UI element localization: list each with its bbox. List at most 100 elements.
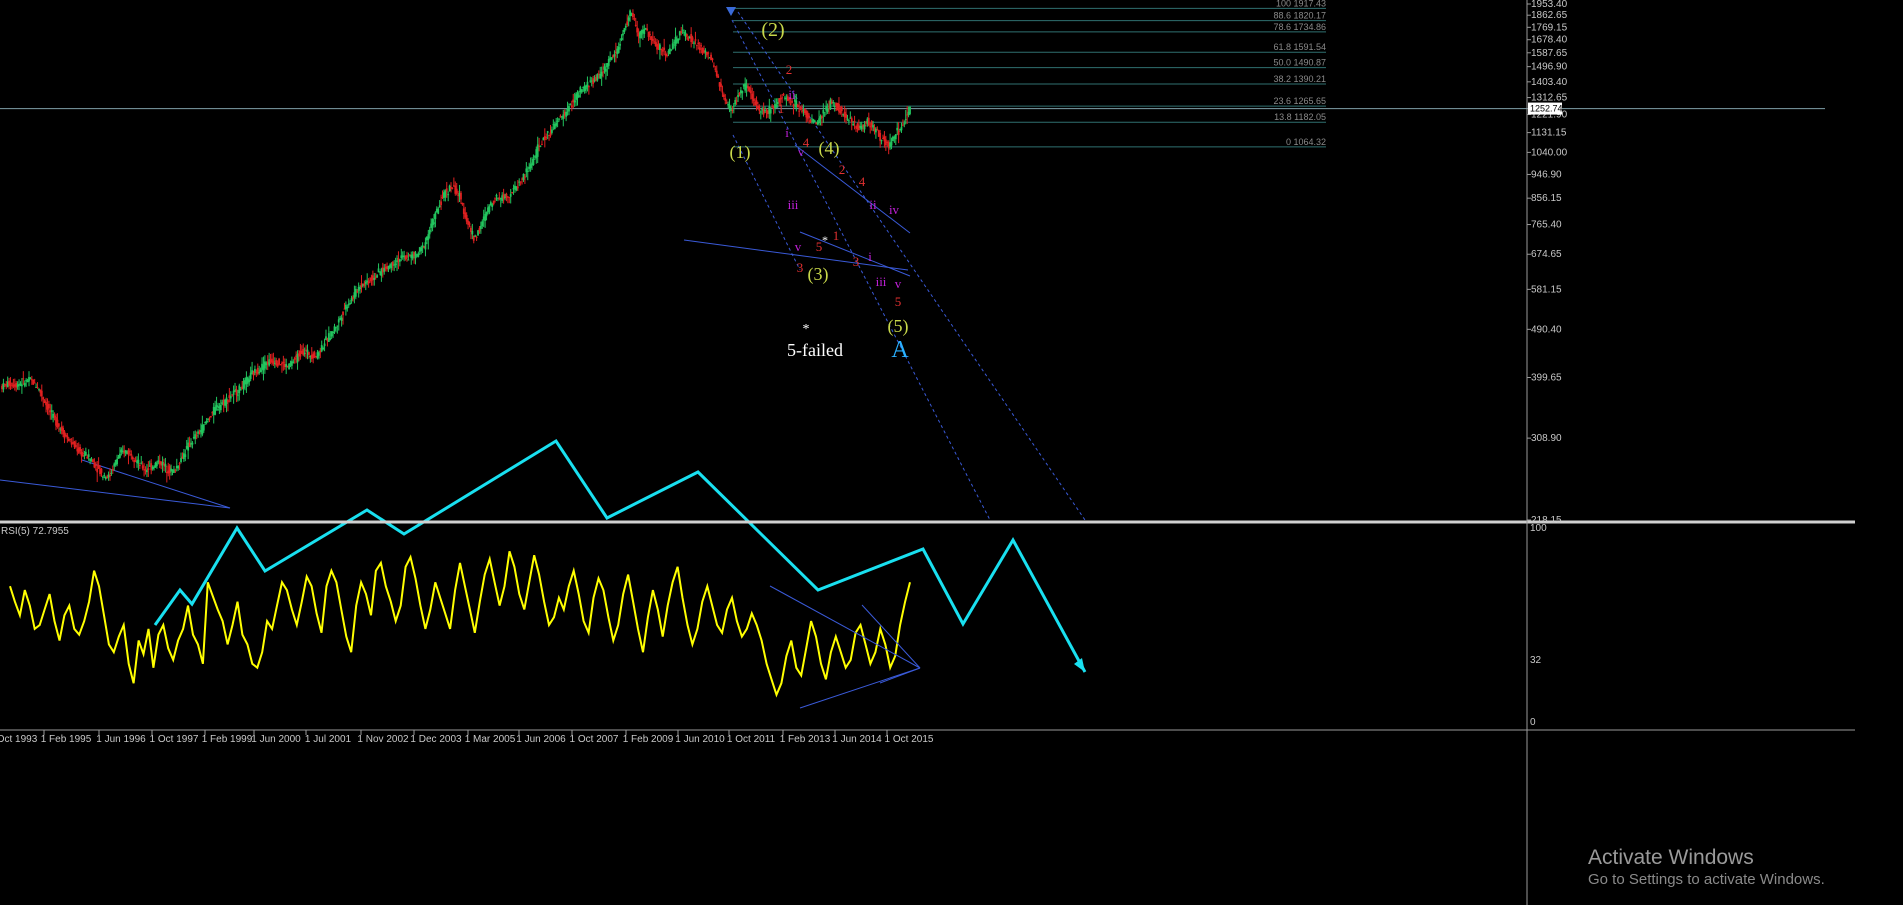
candle-body bbox=[451, 187, 454, 189]
candle-body bbox=[524, 176, 526, 178]
candle-body bbox=[558, 118, 560, 120]
candle-body bbox=[613, 54, 616, 57]
price-tick-label: 1131.15 bbox=[1531, 128, 1567, 139]
price-tick-label: 1496.90 bbox=[1531, 62, 1568, 73]
candle-body bbox=[636, 27, 639, 33]
candle-body bbox=[813, 120, 816, 123]
price-tick-label: 399.65 bbox=[1531, 372, 1562, 383]
price-tick-label: 1769.15 bbox=[1531, 22, 1568, 33]
wave-label: 1 bbox=[833, 228, 840, 243]
price-tick-label: 581.15 bbox=[1531, 284, 1562, 295]
time-tick-label: 1 Feb 1999 bbox=[202, 734, 253, 745]
candle-body bbox=[337, 319, 340, 323]
candle-body bbox=[2, 382, 5, 390]
candle-body bbox=[248, 379, 251, 382]
candle-body bbox=[485, 212, 488, 217]
candle-body bbox=[92, 459, 94, 463]
candle-body bbox=[683, 31, 685, 33]
candle-body bbox=[440, 201, 442, 206]
candle-body bbox=[479, 225, 482, 229]
candle-body bbox=[306, 349, 309, 352]
candle-body bbox=[556, 120, 559, 123]
candle-body bbox=[680, 31, 683, 33]
candle-body bbox=[568, 106, 570, 112]
candle-body bbox=[626, 21, 629, 26]
time-tick-label: 1 Oct 2007 bbox=[570, 734, 619, 745]
wave-label: v bbox=[795, 239, 802, 254]
candle-body bbox=[867, 117, 870, 126]
candle-body bbox=[691, 37, 694, 41]
candle-body bbox=[278, 358, 280, 365]
candle-body bbox=[832, 102, 835, 104]
candle-body bbox=[508, 196, 511, 198]
candle-body bbox=[373, 277, 376, 280]
candle-body bbox=[587, 86, 590, 88]
fib-label: 13.8 1182.05 bbox=[1274, 112, 1326, 122]
candle-body bbox=[336, 325, 339, 327]
candle-body bbox=[281, 363, 283, 365]
candle-body bbox=[461, 202, 464, 205]
candle-body bbox=[232, 390, 235, 395]
time-tick-label: 1 Jul 2001 bbox=[305, 734, 352, 745]
candle-body bbox=[460, 192, 462, 200]
candle-body bbox=[209, 416, 212, 418]
candle-body bbox=[545, 137, 548, 139]
candle-body bbox=[715, 70, 718, 77]
candle-body bbox=[150, 463, 153, 471]
candle-body bbox=[137, 459, 140, 464]
candle-body bbox=[191, 442, 194, 445]
candle-body bbox=[580, 89, 583, 93]
price-tick-label: 1862.65 bbox=[1531, 10, 1568, 21]
candle-body bbox=[901, 124, 904, 126]
candle-body bbox=[433, 222, 435, 225]
candle-body bbox=[367, 281, 370, 284]
candle-body bbox=[711, 58, 714, 60]
candle-body bbox=[781, 97, 784, 99]
candle-body bbox=[174, 470, 177, 472]
candle-body bbox=[799, 107, 802, 110]
candle-body bbox=[820, 116, 823, 118]
fib-label: 61.8 1591.54 bbox=[1273, 42, 1326, 52]
candle-body bbox=[229, 396, 232, 399]
candle-body bbox=[195, 435, 198, 437]
price-tick-label: 946.90 bbox=[1531, 169, 1562, 180]
price-tick-label: 674.65 bbox=[1531, 249, 1562, 260]
candle-body bbox=[455, 188, 458, 194]
candle-body bbox=[491, 204, 494, 207]
time-tick-label: 1 Jun 2010 bbox=[675, 734, 725, 745]
candle-body bbox=[792, 104, 795, 107]
wave-label: A bbox=[891, 337, 909, 363]
wave-label: 3 bbox=[853, 254, 860, 269]
candle-body bbox=[890, 141, 893, 146]
candle-body bbox=[852, 123, 855, 125]
wave-label: ii bbox=[788, 87, 796, 102]
candle-body bbox=[880, 140, 883, 142]
candle-body bbox=[103, 475, 106, 477]
candle-body bbox=[239, 389, 242, 391]
candle-body bbox=[8, 380, 11, 386]
candle-body bbox=[100, 468, 103, 473]
candle-body bbox=[445, 188, 448, 192]
candle-body bbox=[420, 247, 423, 252]
candle-body bbox=[620, 38, 623, 40]
wave-label: 1 bbox=[778, 101, 785, 116]
candle-body bbox=[670, 49, 673, 51]
candle-body bbox=[42, 397, 45, 400]
candle-body bbox=[32, 379, 35, 385]
candle-body bbox=[282, 362, 285, 364]
candle-body bbox=[346, 306, 349, 309]
candle-body bbox=[376, 275, 379, 278]
candle-body bbox=[619, 44, 622, 46]
candle-body bbox=[431, 219, 434, 226]
candle-body bbox=[47, 403, 50, 409]
candle-body bbox=[354, 288, 357, 297]
wave-label: (4) bbox=[819, 138, 840, 159]
candle-body bbox=[627, 17, 630, 21]
candle-body bbox=[829, 99, 832, 110]
candle-body bbox=[826, 108, 829, 112]
candle-body bbox=[23, 383, 26, 386]
candle-body bbox=[97, 465, 100, 469]
candle-body bbox=[526, 170, 529, 172]
candle-body bbox=[904, 119, 907, 121]
candle-body bbox=[434, 212, 437, 220]
